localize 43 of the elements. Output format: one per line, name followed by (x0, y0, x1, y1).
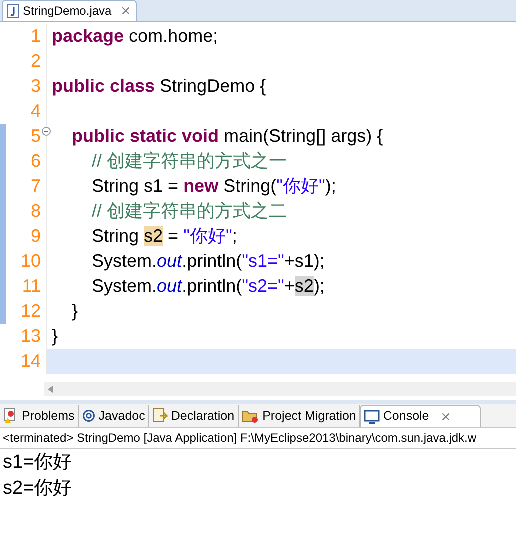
line-number: 7 (30, 175, 42, 198)
code-line: // 创建字符串的方式之一 (91, 150, 288, 173)
java-file-icon (7, 4, 19, 18)
code-line: public class StringDemo { (52, 75, 266, 98)
at-sign-icon (82, 409, 96, 423)
view-tab[interactable]: Project Migration (238, 405, 360, 427)
line-number: 8 (30, 200, 42, 223)
line-number: 12 (20, 300, 42, 323)
close-icon[interactable] (120, 5, 132, 17)
view-tab[interactable]: Javadoc (78, 405, 150, 427)
console-output-line: s1=你好 (3, 451, 74, 475)
code-line: } (71, 300, 78, 323)
line-number: 2 (30, 50, 42, 73)
line-number: 14 (20, 350, 42, 373)
code-line: System.out.println("s1="+s1); (91, 250, 325, 273)
close-icon[interactable] (440, 410, 452, 422)
code-line: } (52, 325, 58, 348)
view-tab[interactable]: Declaration (149, 405, 239, 427)
collapse-icon[interactable] (42, 127, 51, 136)
line-number: 6 (30, 150, 42, 173)
view-tab[interactable]: Problems (0, 405, 79, 427)
line-number: 1 (30, 25, 42, 48)
line-number: 5 (30, 125, 42, 148)
horizontal-scrollbar[interactable] (44, 382, 516, 396)
editor-tab[interactable]: StringDemo.java (2, 0, 137, 21)
code-line: String s2 = "你好"; (91, 225, 238, 248)
monitor-icon (364, 408, 380, 424)
code-line: package com.home; (52, 25, 218, 48)
scroll-left-icon[interactable] (48, 386, 53, 392)
view-tab[interactable]: Console (360, 405, 482, 427)
line-number: 13 (20, 325, 42, 348)
console-header: <terminated> StringDemo [Java Application] F:\MyEclipse2013\binary\com.sun.java.jdk.w (3, 430, 477, 447)
code-line: public static void main(String[] args) { (71, 125, 384, 148)
line-number: 3 (30, 75, 42, 98)
console-output-line: s2=你好 (3, 477, 74, 501)
line-number: 11 (22, 275, 42, 298)
line-number: 9 (30, 225, 42, 248)
line-number: 4 (30, 100, 42, 123)
code-line: String s1 = new String("你好"); (91, 175, 336, 198)
code-line: // 创建字符串的方式之二 (91, 200, 288, 223)
line-number: 10 (20, 250, 42, 273)
code-line: System.out.println("s2="+s2); (91, 275, 325, 298)
declaration-icon (152, 408, 168, 424)
